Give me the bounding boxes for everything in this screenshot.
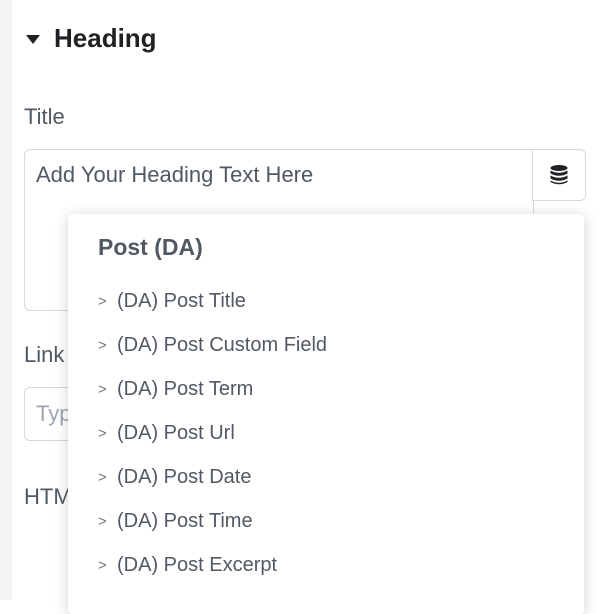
menu-item-post-term[interactable]: > (DA) Post Term bbox=[98, 367, 327, 411]
section-heading-toggle[interactable]: Heading bbox=[26, 22, 157, 54]
dynamic-tags-dropdown: Post (DA) > (DA) Post Title > (DA) Post … bbox=[68, 214, 584, 614]
menu-item-post-date[interactable]: > (DA) Post Date bbox=[98, 455, 327, 499]
menu-item-label: (DA) Post Date bbox=[117, 465, 252, 488]
section-title: Heading bbox=[54, 22, 157, 53]
chevron-right-icon: > bbox=[98, 292, 107, 310]
chevron-right-icon: > bbox=[98, 380, 107, 398]
link-label: Link bbox=[24, 342, 65, 367]
menu-item-label: (DA) Post Term bbox=[117, 377, 254, 400]
dynamic-tags-button[interactable] bbox=[532, 149, 586, 201]
menu-item-label: (DA) Post Url bbox=[117, 421, 235, 444]
chevron-right-icon: > bbox=[98, 424, 107, 442]
database-icon bbox=[550, 165, 568, 185]
menu-item-post-excerpt[interactable]: > (DA) Post Excerpt bbox=[98, 543, 327, 587]
panel-left-border bbox=[0, 0, 12, 600]
title-label: Title bbox=[24, 104, 65, 129]
menu-item-label: (DA) Post Custom Field bbox=[117, 333, 328, 356]
dropdown-menu-list: > (DA) Post Title > (DA) Post Custom Fie… bbox=[98, 279, 327, 587]
menu-item-label: (DA) Post Excerpt bbox=[117, 553, 278, 576]
caret-down-icon bbox=[26, 34, 40, 44]
dropdown-group-title: Post (DA) bbox=[98, 234, 203, 260]
chevron-right-icon: > bbox=[98, 336, 107, 354]
chevron-right-icon: > bbox=[98, 512, 107, 530]
menu-item-post-title[interactable]: > (DA) Post Title bbox=[98, 279, 327, 323]
title-textarea-value: Add Your Heading Text Here bbox=[36, 162, 314, 187]
chevron-right-icon: > bbox=[98, 556, 107, 574]
menu-item-label: (DA) Post Time bbox=[117, 509, 253, 532]
menu-item-post-time[interactable]: > (DA) Post Time bbox=[98, 499, 327, 543]
menu-item-label: (DA) Post Title bbox=[117, 289, 246, 312]
menu-item-post-url[interactable]: > (DA) Post Url bbox=[98, 411, 327, 455]
menu-item-post-custom-field[interactable]: > (DA) Post Custom Field bbox=[98, 323, 327, 367]
chevron-right-icon: > bbox=[98, 468, 107, 486]
